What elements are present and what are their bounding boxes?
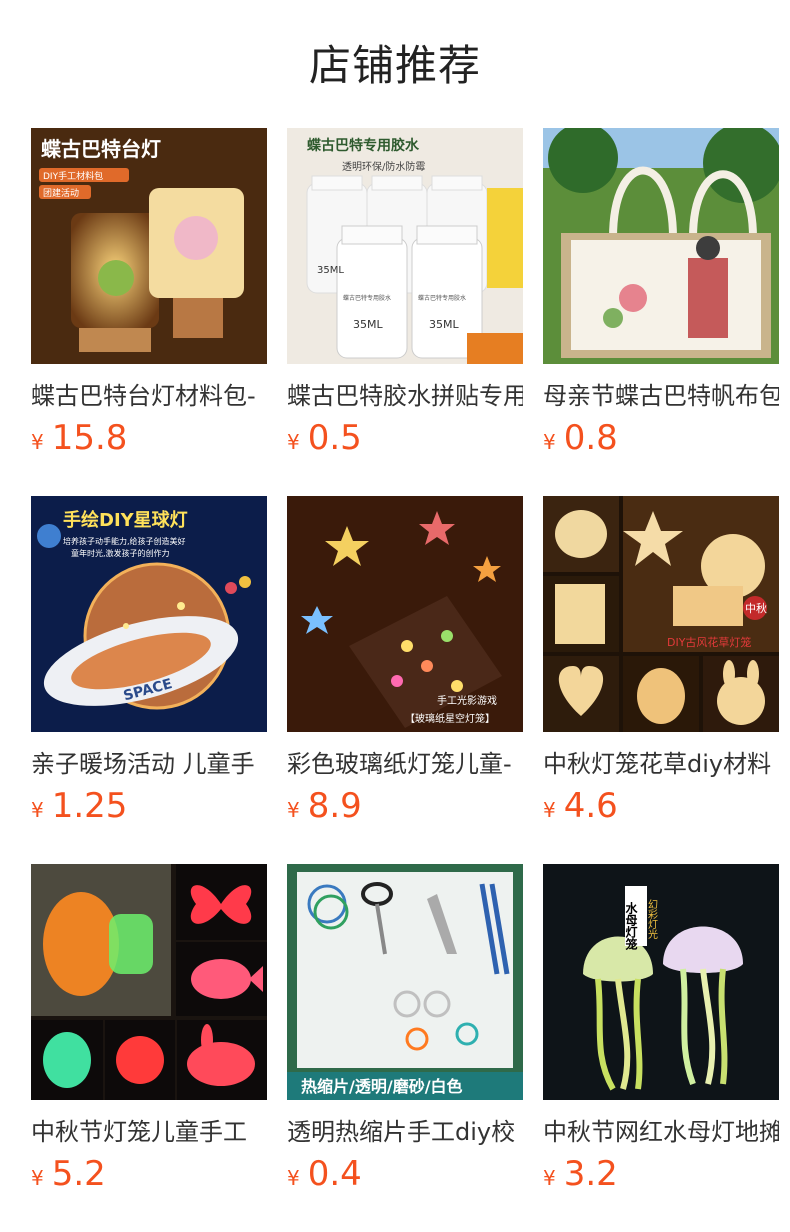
product-card[interactable]: 中秋节灯笼儿童手工 ¥5.2 [31,864,267,1204]
product-name[interactable]: 透明热缩片手工diy校 [287,1112,523,1152]
product-price: ¥3.2 [543,1152,618,1196]
product-name[interactable]: 中秋灯笼花草diy材料 [543,744,779,784]
price-value: 5.2 [51,1154,106,1194]
product-name[interactable]: 中秋节灯笼儿童手工 [31,1112,267,1152]
product-price: ¥4.6 [543,784,618,828]
image-text: 35ML [353,318,383,331]
product-card[interactable]: 母亲节蝶古巴特帆布包 ¥0.8 [543,128,779,468]
image-text: 手工光影游戏 [437,694,497,707]
image-text: 蝶古巴特专用胶水 [343,294,391,302]
image-text: 蝶古巴特台灯 [41,137,161,161]
currency-symbol: ¥ [287,1166,300,1190]
product-price: ¥15.8 [31,416,127,460]
product-image-jellyfish-lamp[interactable]: 水母灯笼 幻彩灯光 [543,864,779,1100]
image-text: 35ML [317,265,344,276]
currency-symbol: ¥ [31,430,44,454]
currency-symbol: ¥ [543,1166,556,1190]
price-value: 1.25 [51,786,128,826]
product-card[interactable]: 蝶古巴特专用胶水 透明环保/防水防霉 35ML 35ML 35ML 蝶古巴特专用… [287,128,523,468]
product-price: ¥0.4 [287,1152,362,1196]
product-price: ¥1.25 [31,784,127,828]
image-text: 透明环保/防水防霉 [342,160,425,173]
product-name[interactable]: 亲子暖场活动 儿童手 [31,744,267,784]
price-value: 8.9 [307,786,362,826]
price-value: 0.4 [307,1154,362,1194]
currency-symbol: ¥ [31,798,44,822]
product-name[interactable]: 母亲节蝶古巴特帆布包 [543,376,779,416]
image-text: DIY古风花草灯笼 [667,635,751,649]
product-card[interactable]: 蝶古巴特台灯 DIY手工材料包 团建活动 蝶古巴特台灯材料包- ¥15.8 [31,128,267,468]
price-value: 15.8 [51,418,128,458]
image-text: 手绘DIY星球灯 [63,509,188,531]
product-card[interactable]: 热缩片/透明/磨砂/白色 透明热缩片手工diy校 ¥0.4 [287,864,523,1204]
product-name[interactable]: 蝶古巴特台灯材料包- [31,376,267,416]
product-image-glue-bottles[interactable]: 蝶古巴特专用胶水 透明环保/防水防霉 35ML 35ML 35ML 蝶古巴特专用… [287,128,523,364]
product-image-flower-lanterns[interactable]: 中秋 DIY古风花草灯笼 [543,496,779,732]
image-text: 蝶古巴特专用胶水 [418,294,466,302]
price-value: 4.6 [563,786,618,826]
product-grid: 蝶古巴特台灯 DIY手工材料包 团建活动 蝶古巴特台灯材料包- ¥15.8 蝶古… [0,0,790,1232]
product-card[interactable]: 手工光影游戏 【玻璃纸星空灯笼】 彩色玻璃纸灯笼儿童- ¥8.9 [287,496,523,836]
product-price: ¥5.2 [31,1152,106,1196]
image-text: DIY手工材料包 [43,170,103,182]
image-text: 团建活动 [43,187,79,199]
product-name[interactable]: 中秋节网红水母灯地摊 [543,1112,779,1152]
image-text: 水母灯笼 [624,901,638,951]
product-price: ¥0.5 [287,416,362,460]
price-value: 3.2 [563,1154,618,1194]
currency-symbol: ¥ [31,1166,44,1190]
image-text: 幻彩灯光 [646,898,658,940]
price-value: 0.8 [563,418,618,458]
product-image-shrink-film-kit[interactable]: 热缩片/透明/磨砂/白色 [287,864,523,1100]
currency-symbol: ¥ [543,798,556,822]
product-image-canvas-bag[interactable] [543,128,779,364]
image-text: 培养孩子动手能力,给孩子创造美好 [63,536,186,546]
product-price: ¥0.8 [543,416,618,460]
product-price: ¥8.9 [287,784,362,828]
image-text: 35ML [429,318,459,331]
image-text: 中秋 [745,601,767,615]
currency-symbol: ¥ [543,430,556,454]
product-image-planet-lamp[interactable]: 手绘DIY星球灯 培养孩子动手能力,给孩子创造美好 童年时光,激发孩子的创作力 … [31,496,267,732]
product-image-decoupage-lamp[interactable]: 蝶古巴特台灯 DIY手工材料包 团建活动 [31,128,267,364]
image-text: 童年时光,激发孩子的创作力 [71,548,170,558]
image-text: 蝶古巴特专用胶水 [307,137,420,154]
product-card[interactable]: 中秋 DIY古风花草灯笼 中秋灯笼花草diy材料 ¥4.6 [543,496,779,836]
product-name[interactable]: 彩色玻璃纸灯笼儿童- [287,744,523,784]
product-name[interactable]: 蝶古巴特胶水拼贴专用 [287,376,523,416]
product-image-star-lantern[interactable]: 手工光影游戏 【玻璃纸星空灯笼】 [287,496,523,732]
currency-symbol: ¥ [287,430,300,454]
product-image-kids-lanterns[interactable] [31,864,267,1100]
image-text: 【玻璃纸星空灯笼】 [405,712,495,725]
product-card[interactable]: 水母灯笼 幻彩灯光 中秋节网红水母灯地摊 ¥3.2 [543,864,779,1204]
product-card[interactable]: 手绘DIY星球灯 培养孩子动手能力,给孩子创造美好 童年时光,激发孩子的创作力 … [31,496,267,836]
currency-symbol: ¥ [287,798,300,822]
price-value: 0.5 [307,418,362,458]
image-text: 热缩片/透明/磨砂/白色 [301,1077,463,1096]
